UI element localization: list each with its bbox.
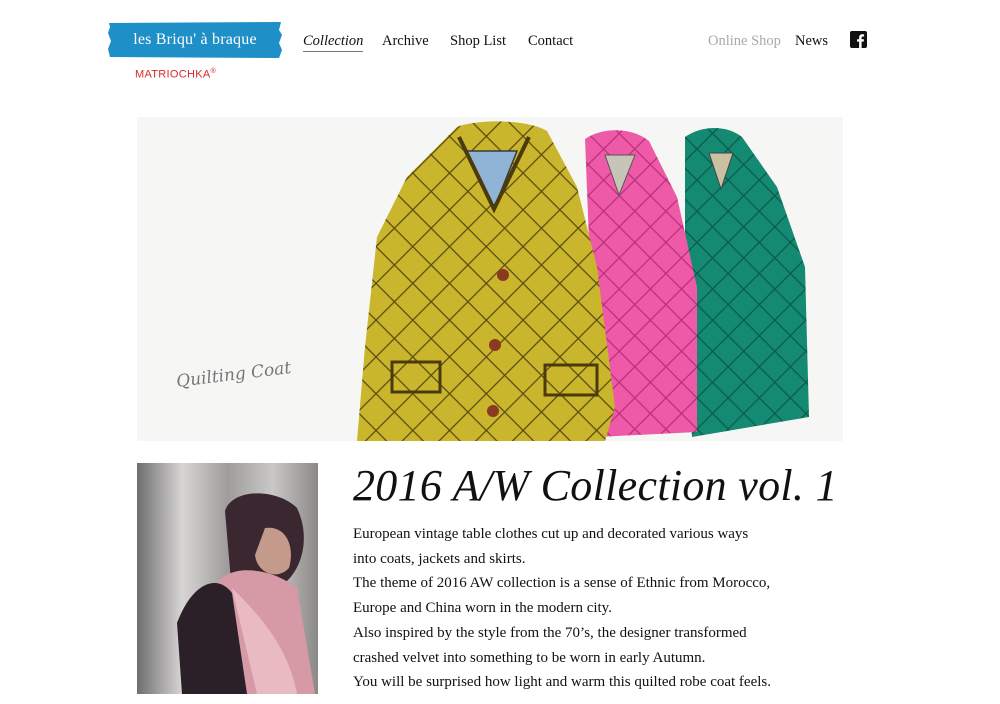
brand-logo[interactable]: les Briqu' à braque — [107, 21, 283, 59]
collection-description: European vintage table clothes cut up an… — [353, 522, 853, 695]
nav-contact[interactable]: Contact — [528, 33, 573, 50]
nav-collection[interactable]: Collection — [303, 33, 364, 52]
hero-caption: Quilting Coat — [175, 358, 292, 392]
facebook-icon[interactable] — [850, 31, 867, 48]
hero-illustration: Quilting Coat — [137, 117, 843, 441]
sub-brand-label: MATRIOCHKA® — [135, 68, 216, 81]
description-line: Europe and China worn in the modern city… — [353, 600, 612, 617]
model-photo — [137, 463, 318, 694]
description-line: Also inspired by the style from the 70’s… — [353, 624, 747, 641]
description-line: The theme of 2016 AW collection is a sen… — [353, 575, 771, 592]
yellow-coat — [357, 121, 615, 441]
logo-text: les Briqu' à braque — [133, 31, 257, 48]
description-line: crashed velvet into something to be worn… — [353, 649, 706, 666]
nav-online-shop[interactable]: Online Shop — [708, 33, 781, 50]
nav-shop-list[interactable]: Shop List — [450, 33, 506, 50]
nav-news[interactable]: News — [795, 33, 828, 50]
green-coat — [685, 128, 809, 437]
description-line: into coats, jackets and skirts. — [353, 550, 526, 567]
registered-mark: ® — [210, 68, 216, 75]
description-line: European vintage table clothes cut up an… — [353, 526, 749, 542]
collection-title: 2016 A/W Collection vol. 1 — [353, 461, 838, 510]
description-line: You will be surprised how light and warm… — [353, 674, 771, 691]
nav-archive[interactable]: Archive — [382, 33, 429, 50]
